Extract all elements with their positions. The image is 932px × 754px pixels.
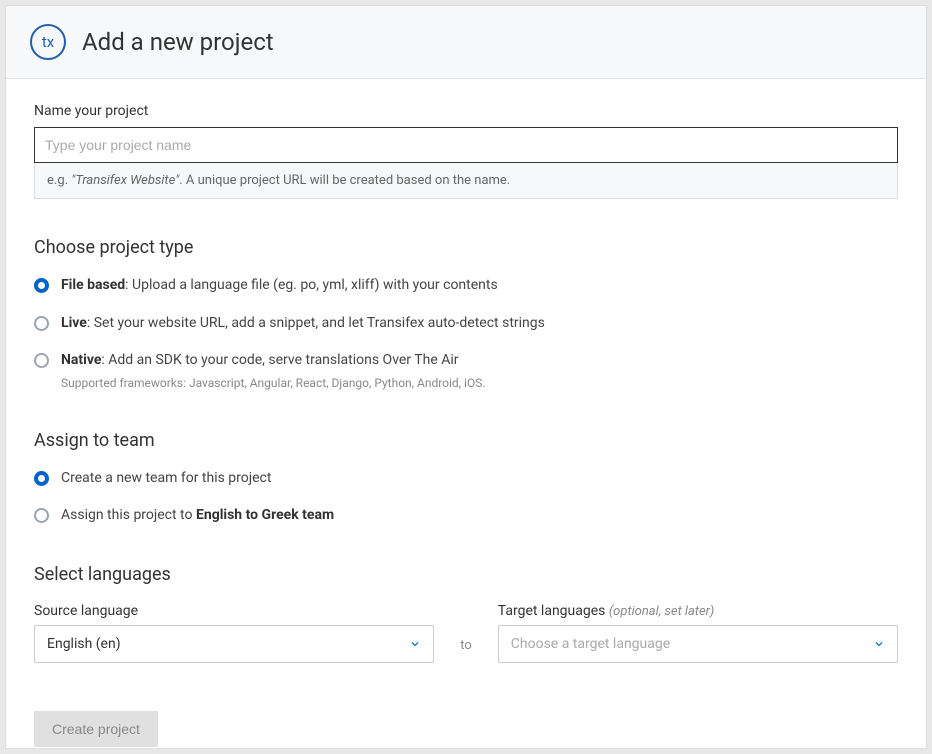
radio-icon[interactable]: [34, 471, 49, 486]
radio-icon[interactable]: [34, 316, 49, 331]
option-desc: : Upload a language file (eg. po, yml, x…: [125, 277, 498, 293]
target-language-select[interactable]: Choose a target language: [498, 625, 898, 663]
page-title: Add a new project: [82, 28, 274, 56]
project-type-title: Choose project type: [34, 237, 898, 258]
languages-title: Select languages: [34, 564, 898, 585]
hint-prefix: e.g.: [47, 173, 71, 188]
team-option-text: Create a new team for this project: [61, 470, 271, 486]
team-option-label: Assign this project to English to Greek …: [61, 506, 334, 526]
target-language-placeholder: Choose a target language: [511, 636, 670, 652]
name-label: Name your project: [34, 103, 898, 119]
create-project-button[interactable]: Create project: [34, 711, 158, 747]
radio-icon[interactable]: [34, 508, 49, 523]
logo-text: tx: [42, 33, 54, 51]
team-option-assign[interactable]: Assign this project to English to Greek …: [34, 506, 898, 526]
option-desc: : Add an SDK to your code, serve transla…: [101, 352, 458, 368]
team-option-bold: English to Greek team: [196, 507, 334, 523]
hint-suffix: . A unique project URL will be created b…: [179, 173, 510, 188]
project-type-label: Native: Add an SDK to your code, serve t…: [61, 351, 486, 391]
source-language-value: English (en): [47, 636, 121, 652]
project-type-label: Live: Set your website URL, add a snippe…: [61, 314, 545, 334]
to-label: to: [454, 638, 478, 653]
project-type-option-native[interactable]: Native: Add an SDK to your code, serve t…: [34, 351, 898, 391]
target-optional: (optional, set later): [609, 604, 714, 619]
target-language-label: Target languages (optional, set later): [498, 603, 898, 619]
name-hint: e.g. "Transifex Website". A unique proje…: [34, 163, 898, 199]
radio-icon[interactable]: [34, 278, 49, 293]
logo-icon: tx: [30, 24, 66, 60]
page-header: tx Add a new project: [6, 6, 926, 79]
hint-example: "Transifex Website": [71, 173, 179, 188]
radio-icon[interactable]: [34, 353, 49, 368]
option-sub: Supported frameworks: Javascript, Angula…: [61, 375, 486, 392]
team-option-prefix: Assign this project to: [61, 507, 196, 523]
chevron-down-icon: [409, 638, 421, 650]
project-type-option-file[interactable]: File based: Upload a language file (eg. …: [34, 276, 898, 296]
option-name: Native: [61, 352, 101, 368]
project-name-input[interactable]: [34, 127, 898, 163]
option-name: Live: [61, 315, 87, 331]
project-type-label: File based: Upload a language file (eg. …: [61, 276, 498, 296]
project-type-option-live[interactable]: Live: Set your website URL, add a snippe…: [34, 314, 898, 334]
source-language-select[interactable]: English (en): [34, 625, 434, 663]
team-title: Assign to team: [34, 430, 898, 451]
target-label-text: Target languages: [498, 603, 609, 619]
form-content: Name your project e.g. "Transifex Websit…: [6, 79, 926, 749]
option-desc: : Set your website URL, add a snippet, a…: [87, 315, 545, 331]
option-name: File based: [61, 277, 125, 293]
team-option-label: Create a new team for this project: [61, 469, 271, 489]
source-language-label: Source language: [34, 603, 434, 619]
chevron-down-icon: [873, 638, 885, 650]
team-option-new[interactable]: Create a new team for this project: [34, 469, 898, 489]
